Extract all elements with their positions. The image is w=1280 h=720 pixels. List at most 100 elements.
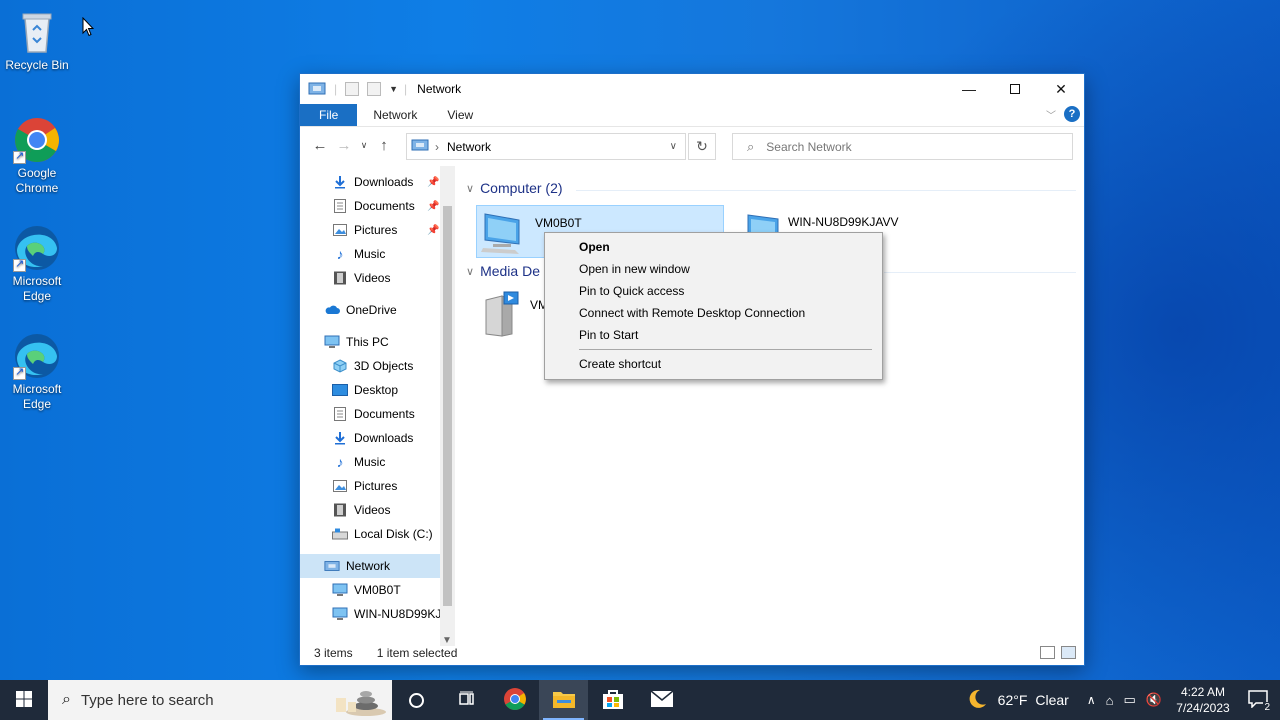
- new-folder-quick-icon[interactable]: [367, 82, 382, 96]
- nav-item-label: Desktop: [354, 383, 399, 397]
- group-header-media-devices[interactable]: ∨ Media De: [466, 263, 540, 279]
- computer-icon: [332, 607, 348, 621]
- taskbar-app-chrome[interactable]: [490, 680, 539, 720]
- nav-item-documents[interactable]: Documents: [300, 402, 440, 426]
- search-input[interactable]: ⌕ Search Network: [732, 133, 1073, 160]
- back-button[interactable]: ←: [308, 137, 332, 154]
- nav-item-videos[interactable]: Videos: [300, 266, 440, 290]
- nav-item-pictures[interactable]: Pictures: [300, 474, 440, 498]
- group-header-label: Media De: [480, 263, 540, 279]
- expand-ribbon-chevron-icon[interactable]: ﹀: [1046, 107, 1056, 122]
- details-view-icon[interactable]: [1040, 646, 1055, 659]
- cube-icon: [332, 359, 348, 373]
- nav-pane-scrollbar[interactable]: ▼: [440, 166, 455, 646]
- desktop-icon-edge[interactable]: Microsoft Edge: [0, 332, 74, 412]
- desktop-folder-icon: [332, 383, 348, 397]
- taskbar-search-box[interactable]: ⌕ Type here to search: [48, 680, 392, 720]
- nav-item-network-computer[interactable]: VM0B0T: [300, 578, 440, 602]
- volume-muted-icon[interactable]: 🔇: [1146, 692, 1162, 708]
- tab-file[interactable]: File: [300, 104, 358, 126]
- menu-item-remote-desktop[interactable]: Connect with Remote Desktop Connection: [545, 302, 882, 324]
- nav-item-network[interactable]: Network: [300, 554, 440, 578]
- task-view-button[interactable]: [441, 680, 490, 720]
- nav-item-downloads[interactable]: Downloads 📌: [300, 170, 440, 194]
- desktop-icon-chrome[interactable]: Google Chrome: [0, 116, 74, 196]
- group-header-computer[interactable]: ∨ Computer (2): [466, 180, 563, 196]
- desktop-icon-label: Microsoft Edge: [12, 274, 62, 303]
- tab-view[interactable]: View: [433, 104, 487, 126]
- nav-item-videos[interactable]: Videos: [300, 498, 440, 522]
- cortana-button[interactable]: [392, 680, 441, 720]
- menu-item-open-new-window[interactable]: Open in new window: [545, 258, 882, 280]
- show-hidden-icons-chevron-icon[interactable]: ∧: [1087, 693, 1096, 707]
- nav-item-downloads[interactable]: Downloads: [300, 426, 440, 450]
- cortana-circle-icon: [409, 692, 424, 708]
- taskbar-app-store[interactable]: [588, 680, 637, 720]
- status-bar: 3 items 1 item selected: [300, 641, 1084, 665]
- weather-temperature[interactable]: 62°F: [998, 692, 1028, 708]
- nav-item-music[interactable]: ♪ Music: [300, 450, 440, 474]
- breadcrumb-chevron-icon[interactable]: ›: [435, 140, 439, 154]
- up-button[interactable]: ↑: [372, 137, 396, 154]
- nav-item-this-pc[interactable]: This PC: [300, 330, 440, 354]
- menu-item-create-shortcut[interactable]: Create shortcut: [545, 353, 882, 375]
- desktop-icon-recycle-bin[interactable]: Recycle Bin: [0, 8, 74, 73]
- desktop-icon-edge[interactable]: Microsoft Edge: [0, 224, 74, 304]
- nav-item-local-disk[interactable]: Local Disk (C:): [300, 522, 440, 546]
- customize-toolbar-chevron-icon[interactable]: ▼: [389, 84, 398, 94]
- minimize-button[interactable]: —: [946, 74, 992, 104]
- properties-quick-icon[interactable]: [345, 82, 360, 96]
- search-icon: ⌕: [747, 138, 755, 154]
- search-placeholder: Type here to search: [80, 691, 214, 709]
- help-icon[interactable]: ?: [1064, 106, 1080, 122]
- clock-time: 4:22 AM: [1180, 685, 1226, 699]
- pin-icon: 📌: [427, 200, 440, 212]
- scrollbar-thumb[interactable]: [443, 206, 452, 606]
- taskbar-app-file-explorer[interactable]: [539, 680, 588, 720]
- film-icon: [332, 503, 348, 517]
- maximize-button[interactable]: [992, 74, 1038, 104]
- large-icons-view-icon[interactable]: [1061, 646, 1076, 659]
- nav-item-network-computer[interactable]: WIN-NU8D99KJAVV: [300, 602, 440, 626]
- recent-locations-chevron-icon[interactable]: ∨: [356, 140, 372, 151]
- close-button[interactable]: ✕: [1038, 74, 1084, 104]
- weather-moon-icon[interactable]: [966, 688, 988, 713]
- nav-item-3d-objects[interactable]: 3D Objects: [300, 354, 440, 378]
- pin-icon: 📌: [427, 176, 440, 188]
- store-bag-icon: [602, 688, 624, 713]
- nav-item-pictures[interactable]: Pictures 📌: [300, 218, 440, 242]
- breadcrumb-network[interactable]: Network: [447, 140, 491, 154]
- forward-button[interactable]: →: [332, 137, 356, 154]
- menu-item-pin-start[interactable]: Pin to Start: [545, 324, 882, 346]
- tab-network[interactable]: Network: [357, 104, 433, 126]
- menu-item-open[interactable]: Open: [545, 236, 882, 258]
- group-divider: [576, 190, 1076, 191]
- taskbar-app-mail[interactable]: [637, 680, 686, 720]
- nav-item-desktop[interactable]: Desktop: [300, 378, 440, 402]
- clock[interactable]: 4:22 AM 7/24/2023: [1170, 684, 1236, 716]
- start-button[interactable]: [0, 680, 48, 720]
- refresh-button[interactable]: ↻: [688, 133, 716, 160]
- weather-description[interactable]: Clear: [1035, 692, 1068, 708]
- search-placeholder: Search Network: [766, 139, 852, 154]
- nav-item-music[interactable]: ♪ Music: [300, 242, 440, 266]
- collapse-chevron-icon[interactable]: ∨: [466, 182, 474, 195]
- nav-item-onedrive[interactable]: OneDrive: [300, 298, 440, 322]
- network-tray-icon[interactable]: ▭: [1124, 692, 1136, 708]
- chrome-icon: [503, 687, 527, 714]
- device-icon[interactable]: ⌂: [1106, 693, 1114, 708]
- collapse-chevron-icon[interactable]: ∨: [466, 265, 474, 278]
- action-center-button[interactable]: 2: [1236, 680, 1280, 720]
- recycle-bin-icon: [13, 8, 61, 56]
- nav-item-documents[interactable]: Documents 📌: [300, 194, 440, 218]
- menu-item-pin-quick-access[interactable]: Pin to Quick access: [545, 280, 882, 302]
- computer-name: VM0B0T: [535, 216, 582, 230]
- context-menu: Open Open in new window Pin to Quick acc…: [544, 232, 883, 380]
- documents-icon: [332, 407, 348, 421]
- title-bar[interactable]: | ▼ | Network — ✕: [300, 74, 1084, 104]
- nav-item-label: Videos: [354, 271, 391, 285]
- shortcut-arrow-icon: [13, 149, 26, 164]
- address-field[interactable]: › Network ∨: [406, 133, 686, 160]
- mouse-cursor-icon: [82, 16, 95, 40]
- address-dropdown-chevron-icon[interactable]: ∨: [670, 141, 677, 152]
